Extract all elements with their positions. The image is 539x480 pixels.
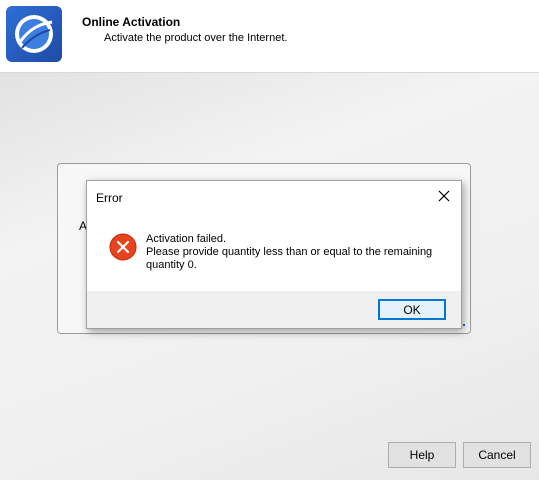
- dialog-message-line: Please provide quantity less than or equ…: [146, 246, 433, 258]
- globe-logo-icon: [6, 6, 62, 62]
- dialog-body: Activation failed. Please provide quanti…: [87, 211, 461, 291]
- page-title: Online Activation: [82, 15, 181, 29]
- cancel-button[interactable]: Cancel: [463, 442, 531, 468]
- error-icon: [109, 233, 137, 264]
- dialog-message-line: quantity 0.: [146, 259, 197, 271]
- help-button[interactable]: Help: [388, 442, 456, 468]
- error-dialog: Error Activation failed. Please provide …: [86, 180, 462, 329]
- page-subtitle: Activate the product over the Internet.: [104, 32, 288, 44]
- dialog-footer: OK: [87, 291, 461, 328]
- close-icon[interactable]: [427, 181, 461, 211]
- wizard-header: Online Activation Activate the product o…: [0, 0, 539, 73]
- dialog-title: Error: [96, 191, 123, 205]
- dialog-message-line: Activation failed.: [146, 233, 227, 245]
- ok-button[interactable]: OK: [378, 299, 446, 320]
- dialog-message: Activation failed. Please provide quanti…: [146, 233, 446, 272]
